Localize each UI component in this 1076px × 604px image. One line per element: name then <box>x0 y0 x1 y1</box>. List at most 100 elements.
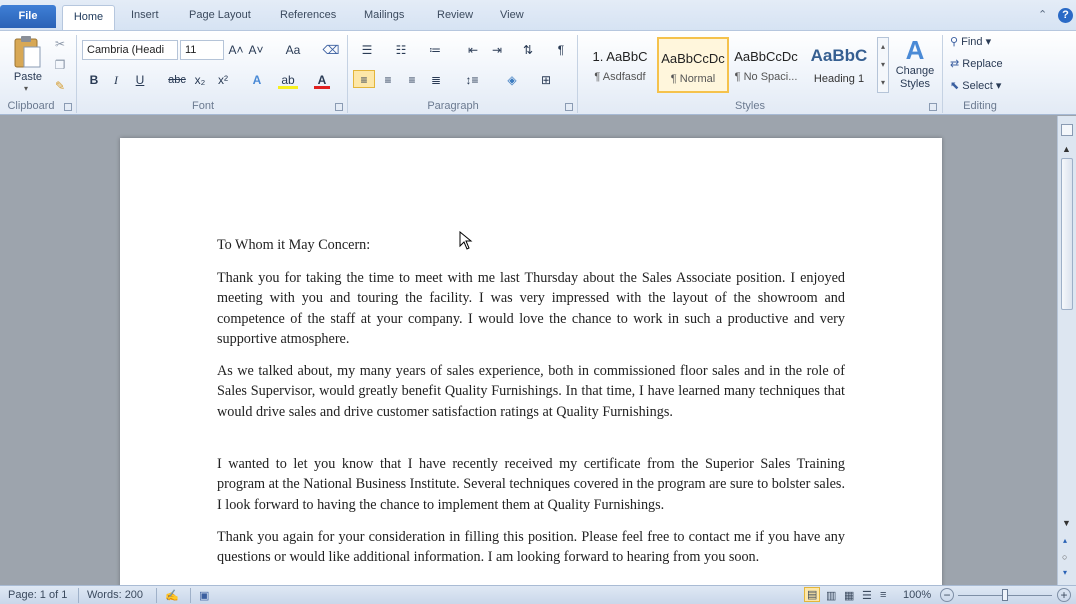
find-button[interactable]: ⚲ Find ▾ <box>950 35 1050 53</box>
paragraph-launcher-icon[interactable] <box>565 103 573 111</box>
style-preview: AaBbC <box>810 46 868 65</box>
paragraph-1: Thank you for taking the time to meet wi… <box>217 270 845 347</box>
tab-page-layout[interactable]: Page Layout <box>189 9 251 21</box>
style-name: ¶ Normal <box>670 73 716 85</box>
tab-references[interactable]: References <box>280 9 336 21</box>
multilevel-list-icon[interactable]: ≔ <box>424 41 446 59</box>
borders-icon[interactable]: ⊞ <box>534 71 558 89</box>
grow-font-button[interactable]: A˄ <box>228 41 244 59</box>
scroll-up-icon[interactable]: ▲ <box>1062 144 1071 154</box>
style-name: ¶ Asdfasdf <box>594 71 646 83</box>
status-separator <box>190 588 191 603</box>
word-count[interactable]: Words: 200 <box>87 589 143 601</box>
paste-button[interactable]: Paste ▾ <box>8 35 48 95</box>
font-size-dropdown[interactable]: 11 <box>180 40 224 60</box>
group-separator <box>76 35 77 113</box>
page-count[interactable]: Page: 1 of 1 <box>8 589 67 601</box>
replace-icon: ⇄ <box>950 58 960 70</box>
change-styles-button[interactable]: A Change Styles <box>892 35 938 97</box>
style-normal[interactable]: AaBbCcDc ¶ Normal <box>657 37 729 93</box>
shading-icon[interactable]: ◈ <box>500 71 524 89</box>
outline-icon[interactable]: ☰ <box>862 589 872 602</box>
tab-mailings[interactable]: Mailings <box>364 9 404 21</box>
clipboard-launcher-icon[interactable] <box>64 103 72 111</box>
increase-indent-icon[interactable]: ⇥ <box>488 41 506 59</box>
scroll-thumb[interactable] <box>1061 158 1073 310</box>
align-left-icon[interactable]: ≡ <box>353 70 375 88</box>
format-painter-icon[interactable]: ✎ <box>52 77 68 95</box>
tab-home[interactable]: Home <box>62 5 115 31</box>
help-icon[interactable]: ? <box>1058 8 1073 23</box>
draft-icon[interactable]: ≡ <box>880 589 886 601</box>
bold-button[interactable]: B <box>86 71 102 89</box>
ribbon: Paste ▾ ✂ ❐ ✎ Clipboard Cambria (Headi 1… <box>0 30 1076 115</box>
line-spacing-icon[interactable]: ↕≡ <box>460 71 484 89</box>
styles-scroll[interactable]: ▴ ▾ ▾ <box>877 37 889 93</box>
style-name: ¶ No Spaci... <box>734 71 798 83</box>
previous-page-icon[interactable]: ▴ <box>1063 536 1067 545</box>
font-group-label: Font <box>191 100 214 112</box>
tab-view[interactable]: View <box>500 9 524 21</box>
subscript-button[interactable]: x₂ <box>192 71 208 89</box>
font-color-icon[interactable]: A <box>314 71 330 89</box>
copy-icon[interactable]: ❐ <box>52 56 68 74</box>
style-asdfasdf[interactable]: 1. AaBbC ¶ Asdfasdf <box>584 37 656 93</box>
replace-button[interactable]: ⇄ Replace <box>950 57 1050 75</box>
styles-launcher-icon[interactable] <box>929 103 937 111</box>
change-case-button[interactable]: Aa <box>282 41 304 59</box>
style-heading-1[interactable]: AaBbC Heading 1 <box>803 37 875 93</box>
text-effects-icon[interactable]: A <box>248 71 266 89</box>
align-center-icon[interactable]: ≡ <box>378 71 398 89</box>
print-layout-icon[interactable]: ▤ <box>804 587 821 602</box>
proofing-icon[interactable]: ✍ <box>165 589 179 602</box>
status-separator <box>156 588 157 603</box>
highlight-color-icon[interactable]: ab <box>278 71 298 89</box>
zoom-out-icon[interactable]: − <box>940 588 954 602</box>
shrink-font-button[interactable]: A˅ <box>248 41 264 59</box>
macro-recording-icon[interactable]: ▣ <box>199 589 209 602</box>
clipboard-group-label: Clipboard <box>7 100 55 112</box>
zoom-level[interactable]: 100% <box>903 589 931 601</box>
paste-label: Paste <box>13 71 43 83</box>
browse-object-icon[interactable]: ○ <box>1062 552 1067 562</box>
show-formatting-button[interactable]: ¶ <box>552 41 570 59</box>
scroll-down-icon[interactable]: ▼ <box>1062 518 1071 528</box>
web-layout-icon[interactable]: ▦ <box>844 589 854 602</box>
change-styles-icon: A <box>905 35 925 65</box>
next-page-icon[interactable]: ▾ <box>1063 568 1067 577</box>
superscript-button[interactable]: x² <box>214 71 232 89</box>
paragraph-2: As we talked about, my many years of sal… <box>217 363 845 420</box>
align-right-icon[interactable]: ≡ <box>402 71 422 89</box>
tab-review[interactable]: Review <box>437 9 473 21</box>
style-no-spacing[interactable]: AaBbCcDc ¶ No Spaci... <box>730 37 802 93</box>
strikethrough-button[interactable]: abc <box>166 71 188 89</box>
bullets-icon[interactable]: ☰ <box>356 41 378 59</box>
tab-file[interactable]: File <box>0 5 56 28</box>
select-button[interactable]: ⬉ Select ▾ <box>950 79 1050 97</box>
clear-formatting-icon[interactable]: ⌫ <box>322 41 340 59</box>
group-separator <box>347 35 348 113</box>
select-icon: ⬉ <box>950 80 960 92</box>
decrease-indent-icon[interactable]: ⇤ <box>464 41 482 59</box>
document-page[interactable]: To Whom it May Concern: Thank you for ta… <box>120 138 942 598</box>
justify-icon[interactable]: ≣ <box>426 71 446 89</box>
zoom-in-icon[interactable]: + <box>1057 588 1071 602</box>
style-preview: AaBbCcDc <box>734 49 798 64</box>
tab-insert[interactable]: Insert <box>131 9 159 21</box>
group-separator <box>942 35 943 113</box>
underline-button[interactable]: U <box>132 71 148 89</box>
font-name-dropdown[interactable]: Cambria (Headi <box>82 40 178 60</box>
full-screen-reading-icon[interactable]: ▥ <box>826 589 836 602</box>
ribbon-tab-bar: File Home Insert Page Layout References … <box>0 0 1076 31</box>
ruler-toggle-icon[interactable] <box>1061 124 1073 136</box>
minimize-ribbon-icon[interactable]: ⌃ <box>1038 8 1047 21</box>
font-launcher-icon[interactable] <box>335 103 343 111</box>
numbering-icon[interactable]: ☷ <box>390 41 412 59</box>
italic-button[interactable]: I <box>108 71 124 89</box>
paragraph-group-label: Paragraph <box>427 100 479 112</box>
salutation: To Whom it May Concern: <box>217 237 371 253</box>
sort-icon[interactable]: ⇅ <box>518 41 538 59</box>
group-separator <box>577 35 578 113</box>
zoom-slider-thumb[interactable] <box>1002 589 1008 601</box>
cut-icon[interactable]: ✂ <box>52 35 68 53</box>
